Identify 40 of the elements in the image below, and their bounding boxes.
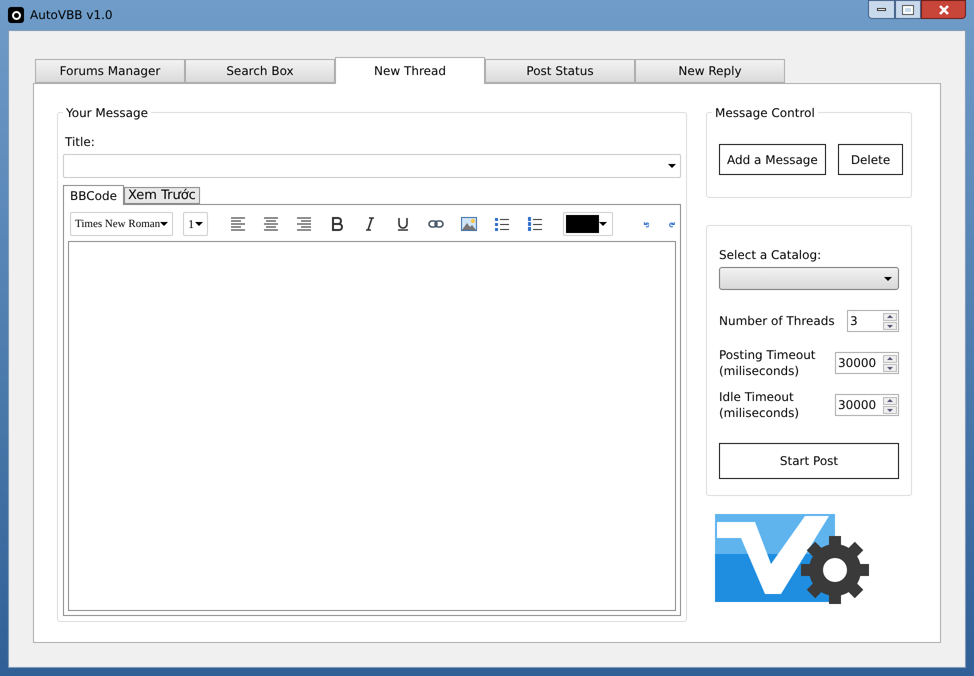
align-center-icon[interactable] [262, 216, 279, 232]
number-spinner[interactable]: 3 [847, 310, 899, 332]
catalog-label: Select a Catalog: [719, 247, 822, 264]
bullet-list-icon[interactable] [494, 216, 510, 232]
tab[interactable]: Post Status [485, 59, 635, 83]
message-button[interactable]: Add a Message [719, 144, 826, 175]
window-title: AutoVBB v1.0 [30, 7, 113, 24]
editor-tab[interactable]: Xem Trước [124, 187, 200, 204]
dropdown-arrow-icon [194, 222, 203, 226]
title-label: Title: [65, 134, 96, 151]
dropdown-arrow-icon [598, 222, 607, 226]
app-icon [8, 7, 24, 23]
numbered-list-icon[interactable] [526, 216, 543, 232]
minimize-button[interactable] [868, 0, 895, 19]
tab[interactable]: New Thread [335, 57, 485, 84]
close-icon [938, 4, 950, 14]
message-button[interactable]: Delete [838, 144, 904, 175]
color-swatch [566, 215, 599, 233]
color-picker[interactable] [562, 212, 613, 236]
font-dropdown[interactable]: Times New Roman [70, 212, 174, 236]
dropdown-arrow-icon [668, 164, 676, 168]
spinner-label: Number of Threads [719, 313, 835, 329]
close-button[interactable] [921, 0, 966, 19]
align-right-icon[interactable] [296, 216, 312, 232]
spinner-label: Idle Timeout (miliseconds) [719, 389, 800, 421]
image-icon[interactable] [460, 216, 477, 232]
maximize-button[interactable] [895, 0, 921, 19]
dropdown-arrow-icon [884, 276, 892, 280]
spinner-label: Posting Timeout (miliseconds) [719, 347, 816, 379]
number-spinner[interactable]: 30000 [835, 394, 899, 416]
tab[interactable]: Forums Manager [35, 59, 185, 83]
number-spinner[interactable]: 30000 [835, 352, 899, 374]
size-dropdown[interactable]: 1 [183, 212, 208, 236]
catalog-dropdown[interactable] [719, 267, 899, 290]
tab[interactable]: Search Box [185, 59, 335, 83]
start-post-button[interactable]: Start Post [719, 443, 899, 479]
dropdown-arrow-icon [160, 222, 168, 226]
align-left-icon[interactable] [230, 216, 246, 232]
editor-tab[interactable]: BBCode [63, 185, 124, 205]
tab[interactable]: New Reply [635, 59, 785, 83]
